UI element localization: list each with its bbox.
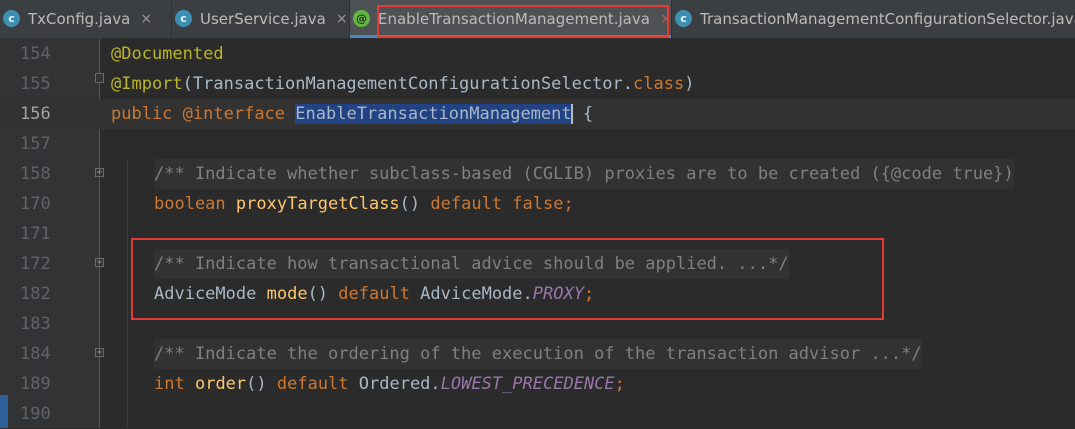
line-number: 156	[20, 104, 51, 124]
punctuation-token: ()	[246, 374, 277, 394]
annotation-token: @Documented	[111, 44, 224, 64]
code-line[interactable]: 154 @Documented	[0, 39, 1075, 69]
editor-tab-bar: c TxConfig.java × c UserService.java × @…	[0, 0, 1075, 39]
selected-identifier[interactable]: EnableTransactionManagement	[295, 104, 572, 124]
keyword-token: public	[111, 104, 173, 124]
fold-expand-icon[interactable]: +	[95, 168, 104, 178]
tab-userservice[interactable]: c UserService.java ×	[172, 0, 350, 38]
static-field-token: PROXY	[532, 284, 584, 304]
keyword-token: boolean	[154, 194, 226, 214]
static-field-token: LOWEST_PRECEDENCE	[440, 374, 615, 394]
line-number: 183	[20, 314, 51, 334]
code-line[interactable]: 183	[0, 309, 1075, 339]
folded-comment[interactable]: /** Indicate how transactional advice sh…	[154, 249, 789, 279]
tab-label: EnableTransactionManagement.java	[378, 10, 650, 28]
tab-label: TxConfig.java	[28, 10, 131, 28]
code-line[interactable]: 190	[0, 399, 1075, 429]
class-token: TransactionManagementConfigurationSelect…	[192, 74, 623, 94]
line-number: 155	[20, 74, 51, 94]
keyword-token: class	[633, 74, 685, 94]
java-class-icon: c	[675, 10, 692, 27]
punctuation-token: (	[182, 74, 193, 94]
tab-transactionmanagementconfigurationselector[interactable]: c TransactionManagementConfigurationSele…	[672, 0, 1075, 38]
punctuation-token: ;	[614, 374, 625, 394]
class-token: AdviceMode.	[409, 284, 533, 304]
punctuation-token: .	[622, 74, 634, 94]
line-number: 190	[20, 404, 51, 424]
line-number: 170	[20, 194, 51, 214]
fold-expand-icon[interactable]: +	[95, 348, 104, 358]
keyword-token: false	[512, 194, 564, 214]
fold-expand-icon[interactable]: +	[95, 258, 104, 268]
code-line[interactable]: 171	[0, 219, 1075, 249]
keyword-token: default	[338, 284, 410, 304]
line-number: 184	[20, 344, 51, 364]
close-tab-icon[interactable]: ×	[140, 11, 152, 27]
code-line[interactable]: 172 + /** Indicate how transactional adv…	[0, 249, 1075, 279]
line-number: 157	[20, 134, 51, 154]
line-number: 158	[20, 164, 51, 184]
code-line[interactable]: 182 AdviceMode mode() default AdviceMode…	[0, 279, 1075, 309]
code-line[interactable]: 184 + /** Indicate the ordering of the e…	[0, 339, 1075, 369]
annotation-token: @Import	[111, 74, 183, 94]
code-text: boolean proxyTargetClass() default false…	[154, 189, 574, 219]
folded-comment[interactable]: /** Indicate the ordering of the executi…	[154, 339, 922, 369]
java-class-icon: c	[3, 10, 20, 27]
method-token: mode	[266, 284, 308, 304]
method-token: order	[194, 374, 247, 394]
code-line[interactable]: 189 int order() default Ordered.LOWEST_P…	[0, 369, 1075, 399]
line-number: 172	[20, 254, 51, 274]
punctuation-token: )	[684, 74, 695, 94]
keyword-token: default	[430, 194, 503, 214]
code-text: AdviceMode mode() default AdviceMode.PRO…	[154, 279, 594, 309]
code-line[interactable]: 170 boolean proxyTargetClass() default f…	[0, 189, 1075, 219]
java-class-icon: c	[175, 10, 192, 27]
tab-label: UserService.java	[200, 10, 326, 28]
close-tab-icon[interactable]: ×	[336, 11, 348, 27]
code-line-current[interactable]: 156 public @interface EnableTransactionM…	[0, 99, 1075, 129]
code-line[interactable]: 155 @Import(TransactionManagementConfigu…	[0, 69, 1075, 99]
line-number: 182	[20, 284, 51, 304]
code-text: int order() default Ordered.LOWEST_PRECE…	[154, 369, 625, 399]
tab-enabletransactionmanagement[interactable]: @ EnableTransactionManagement.java ×	[350, 0, 672, 38]
punctuation-token: {	[572, 104, 594, 124]
code-line[interactable]: 158 + /** Indicate whether subclass-base…	[0, 159, 1075, 189]
code-text: @Import(TransactionManagementConfigurati…	[111, 69, 694, 99]
tab-txconfig[interactable]: c TxConfig.java ×	[0, 0, 172, 38]
annotation-type-icon: @	[353, 10, 370, 27]
line-number: 189	[20, 374, 51, 394]
code-line[interactable]: 157	[0, 129, 1075, 159]
fold-marker-icon[interactable]	[95, 73, 104, 83]
line-number: 154	[20, 44, 51, 64]
punctuation-token: ;	[583, 284, 595, 304]
folded-comment[interactable]: /** Indicate whether subclass-based (CGL…	[154, 159, 1014, 189]
keyword-token: int	[154, 374, 185, 394]
method-token: proxyTargetClass	[235, 194, 400, 214]
code-text: public @interface EnableTransactionManag…	[111, 99, 593, 129]
keyword-token: @interface	[182, 104, 286, 124]
punctuation-token: ()	[307, 284, 339, 304]
tab-label: TransactionManagementConfigurationSelect…	[700, 10, 1075, 28]
code-text: @Documented	[111, 39, 224, 69]
close-tab-icon[interactable]: ×	[660, 11, 672, 27]
class-token: Ordered.	[348, 374, 441, 394]
punctuation-token: ;	[563, 194, 574, 214]
keyword-token: default	[276, 374, 349, 394]
line-number: 171	[20, 224, 51, 244]
punctuation-token: ()	[399, 194, 431, 214]
class-token: AdviceMode	[154, 284, 257, 304]
